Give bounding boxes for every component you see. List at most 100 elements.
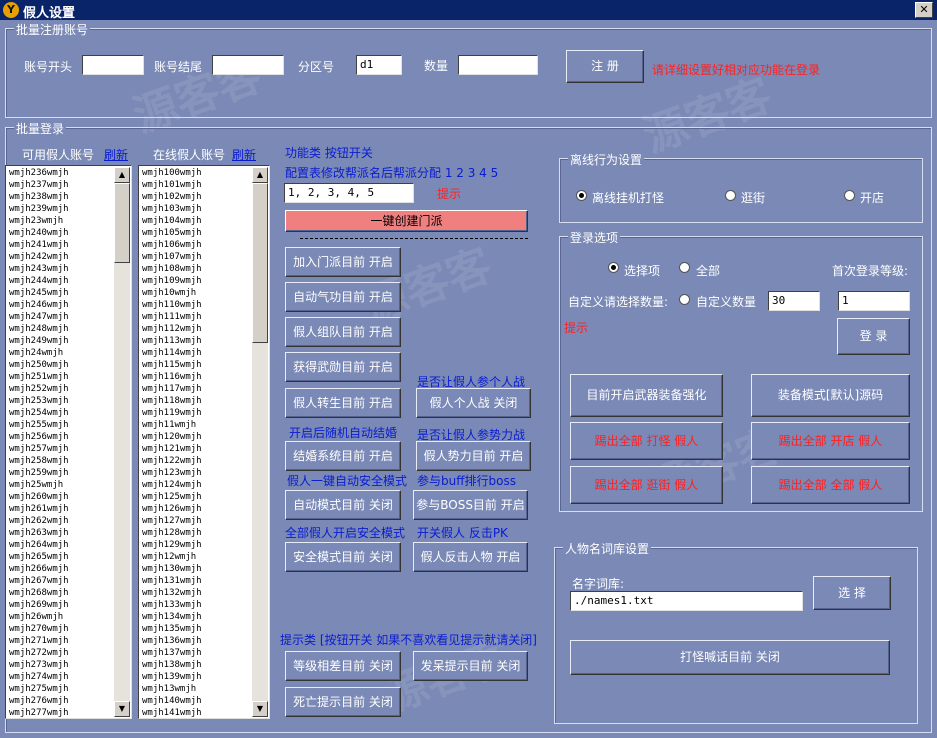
register-button[interactable]: 注 册: [566, 50, 644, 83]
kick-shop-button[interactable]: 踢出全部 开店 假人: [751, 422, 910, 460]
offline-radio-street[interactable]: [725, 190, 736, 201]
create-sect-button[interactable]: 一键创建门派: [285, 210, 528, 232]
available-accounts-list[interactable]: wmjh236wmjh wmjh237wmjh wmjh238wmjh wmjh239…: [5, 165, 132, 719]
list-item[interactable]: wmjh275wmjh: [7, 683, 114, 695]
kick-fight-button[interactable]: 踢出全部 打怪 假人: [570, 422, 723, 460]
list-item[interactable]: wmjh272wmjh: [7, 647, 114, 659]
config-input[interactable]: 1, 2, 3, 4, 5: [284, 183, 414, 203]
list-item[interactable]: wmjh111wmjh: [140, 311, 252, 323]
fake-party-button[interactable]: 假人组队目前 开启: [285, 317, 401, 347]
list-item[interactable]: wmjh271wmjh: [7, 635, 114, 647]
list-item[interactable]: wmjh128wmjh: [140, 527, 252, 539]
list-item[interactable]: wmjh124wmjh: [140, 479, 252, 491]
list-item[interactable]: wmjh113wmjh: [140, 335, 252, 347]
login-radio-all[interactable]: [679, 262, 690, 273]
list-item[interactable]: wmjh108wmjh: [140, 263, 252, 275]
list-item[interactable]: wmjh240wmjh: [7, 227, 114, 239]
list-item[interactable]: wmjh255wmjh: [7, 419, 114, 431]
offline-radio-shop[interactable]: [844, 190, 855, 201]
list-item[interactable]: wmjh264wmjh: [7, 539, 114, 551]
kick-street-button[interactable]: 踢出全部 逛街 假人: [570, 466, 723, 504]
list-item[interactable]: wmjh127wmjh: [140, 515, 252, 527]
list-item[interactable]: wmjh137wmjh: [140, 647, 252, 659]
list-item[interactable]: wmjh250wmjh: [7, 359, 114, 371]
select-lib-button[interactable]: 选 择: [813, 576, 891, 610]
list-item[interactable]: wmjh239wmjh: [7, 203, 114, 215]
pvp-button[interactable]: 假人个人战 关闭: [416, 388, 531, 418]
list-item[interactable]: wmjh136wmjh: [140, 635, 252, 647]
list-item[interactable]: wmjh249wmjh: [7, 335, 114, 347]
list-item[interactable]: wmjh25wmjh: [7, 479, 114, 491]
auto-mode-button[interactable]: 自动模式目前 关闭: [285, 490, 401, 520]
list-item[interactable]: wmjh248wmjh: [7, 323, 114, 335]
list-item[interactable]: wmjh116wmjh: [140, 371, 252, 383]
boss-button[interactable]: 参与BOSS目前 开启: [413, 490, 528, 520]
list-item[interactable]: wmjh237wmjh: [7, 179, 114, 191]
idle-tip-button[interactable]: 发呆提示目前 关闭: [413, 651, 528, 681]
list-item[interactable]: wmjh262wmjh: [7, 515, 114, 527]
list-item[interactable]: wmjh103wmjh: [140, 203, 252, 215]
faction-button[interactable]: 假人势力目前 开启: [416, 441, 531, 471]
list-item[interactable]: wmjh238wmjh: [7, 191, 114, 203]
list-item[interactable]: wmjh107wmjh: [140, 251, 252, 263]
scroll-down-icon[interactable]: ▼: [114, 701, 130, 717]
account-end-input[interactable]: [212, 55, 284, 75]
list-item[interactable]: wmjh126wmjh: [140, 503, 252, 515]
list-item[interactable]: wmjh24wmjh: [7, 347, 114, 359]
offline-radio-fight[interactable]: [576, 190, 587, 201]
get-merit-button[interactable]: 获得武勋目前 开启: [285, 352, 401, 382]
online-accounts-list[interactable]: wmjh100wmjh wmjh101wmjh wmjh102wmjh wmjh103…: [138, 165, 270, 719]
list-item[interactable]: wmjh122wmjh: [140, 455, 252, 467]
level-gap-button[interactable]: 等级相差目前 关闭: [285, 651, 401, 681]
list-item[interactable]: wmjh265wmjh: [7, 551, 114, 563]
list-item[interactable]: wmjh118wmjh: [140, 395, 252, 407]
counter-button[interactable]: 假人反击人物 开启: [413, 542, 528, 572]
list-item[interactable]: wmjh106wmjh: [140, 239, 252, 251]
rebirth-button[interactable]: 假人转生目前 开启: [285, 388, 401, 418]
list-item[interactable]: wmjh277wmjh: [7, 707, 114, 717]
equip-mode-button[interactable]: 装备模式[默认]源码: [751, 374, 910, 417]
list-item[interactable]: wmjh26wmjh: [7, 611, 114, 623]
scroll-up-icon[interactable]: ▲: [114, 167, 130, 183]
online-scrollbar[interactable]: ▲ ▼: [252, 167, 268, 717]
list-item[interactable]: wmjh243wmjh: [7, 263, 114, 275]
list-item[interactable]: wmjh236wmjh: [7, 167, 114, 179]
list-item[interactable]: wmjh140wmjh: [140, 695, 252, 707]
list-item[interactable]: wmjh121wmjh: [140, 443, 252, 455]
list-item[interactable]: wmjh23wmjh: [7, 215, 114, 227]
list-item[interactable]: wmjh129wmjh: [140, 539, 252, 551]
list-item[interactable]: wmjh114wmjh: [140, 347, 252, 359]
name-lib-input[interactable]: ./names1.txt: [570, 591, 803, 611]
shout-button[interactable]: 打怪喊话目前 关闭: [570, 640, 890, 675]
list-item[interactable]: wmjh119wmjh: [140, 407, 252, 419]
list-item[interactable]: wmjh258wmjh: [7, 455, 114, 467]
join-sect-button[interactable]: 加入门派目前 开启: [285, 247, 401, 277]
login-radio-select[interactable]: [608, 262, 619, 273]
count-input[interactable]: [458, 55, 538, 75]
safe-mode-button[interactable]: 安全模式目前 关闭: [285, 542, 401, 572]
list-item[interactable]: wmjh105wmjh: [140, 227, 252, 239]
list-item[interactable]: wmjh247wmjh: [7, 311, 114, 323]
list-item[interactable]: wmjh11wmjh: [140, 419, 252, 431]
available-scrollbar[interactable]: ▲ ▼: [114, 167, 130, 717]
list-item[interactable]: wmjh100wmjh: [140, 167, 252, 179]
list-item[interactable]: wmjh257wmjh: [7, 443, 114, 455]
list-item[interactable]: wmjh270wmjh: [7, 623, 114, 635]
list-item[interactable]: wmjh115wmjh: [140, 359, 252, 371]
first-level-input[interactable]: 1: [838, 291, 910, 311]
list-item[interactable]: wmjh268wmjh: [7, 587, 114, 599]
login-button[interactable]: 登 录: [837, 318, 910, 355]
list-item[interactable]: wmjh244wmjh: [7, 275, 114, 287]
list-item[interactable]: wmjh102wmjh: [140, 191, 252, 203]
list-item[interactable]: wmjh254wmjh: [7, 407, 114, 419]
scroll-up-icon[interactable]: ▲: [252, 167, 268, 183]
list-item[interactable]: wmjh267wmjh: [7, 575, 114, 587]
list-item[interactable]: wmjh131wmjh: [140, 575, 252, 587]
auto-qigong-button[interactable]: 自动气功目前 开启: [285, 282, 401, 312]
list-item[interactable]: wmjh266wmjh: [7, 563, 114, 575]
list-item[interactable]: wmjh125wmjh: [140, 491, 252, 503]
custom-count-input[interactable]: 30: [768, 291, 820, 311]
list-item[interactable]: wmjh251wmjh: [7, 371, 114, 383]
list-item[interactable]: wmjh12wmjh: [140, 551, 252, 563]
marriage-button[interactable]: 结婚系统目前 开启: [285, 441, 401, 471]
